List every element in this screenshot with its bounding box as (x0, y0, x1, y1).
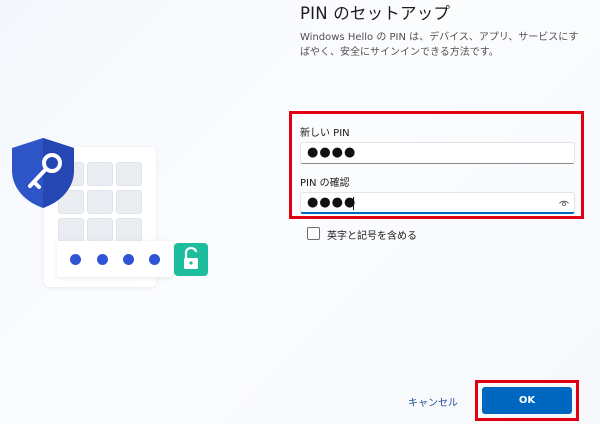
keypad-key (87, 190, 113, 214)
keypad-key (116, 190, 142, 214)
keypad-key (87, 218, 113, 242)
page-title: PIN のセットアップ (300, 4, 451, 23)
new-pin-value: ●●●● (307, 145, 357, 160)
shield-key-icon (12, 138, 74, 208)
confirm-pin-field[interactable]: ●●●● (300, 192, 575, 214)
page-description: Windows Hello の PIN は、デバイス、アプリ、サービスにすばやく… (300, 32, 579, 58)
pin-dot (70, 254, 81, 265)
pin-dot (149, 254, 160, 265)
pin-dot (97, 254, 108, 265)
cancel-button[interactable]: キャンセル (394, 389, 472, 413)
new-pin-field[interactable]: ●●●● (300, 142, 575, 164)
eye-icon[interactable] (559, 199, 569, 208)
keypad-key (58, 218, 84, 242)
confirm-pin-label: PIN の確認 (300, 178, 350, 189)
text-caret (353, 197, 354, 210)
unlocked-padlock-icon (174, 243, 208, 276)
confirm-pin-value: ●●●● (307, 195, 357, 210)
ok-button[interactable]: OK (482, 387, 572, 414)
keypad-key (87, 162, 113, 186)
new-pin-label: 新しい PIN (300, 128, 350, 139)
keypad-key (116, 162, 142, 186)
include-letters-checkbox[interactable] (307, 227, 320, 240)
include-letters-label: 英字と記号を含める (327, 231, 417, 242)
pin-dot (123, 254, 134, 265)
pin-dots-bar (57, 241, 173, 277)
keypad-key (116, 218, 142, 242)
